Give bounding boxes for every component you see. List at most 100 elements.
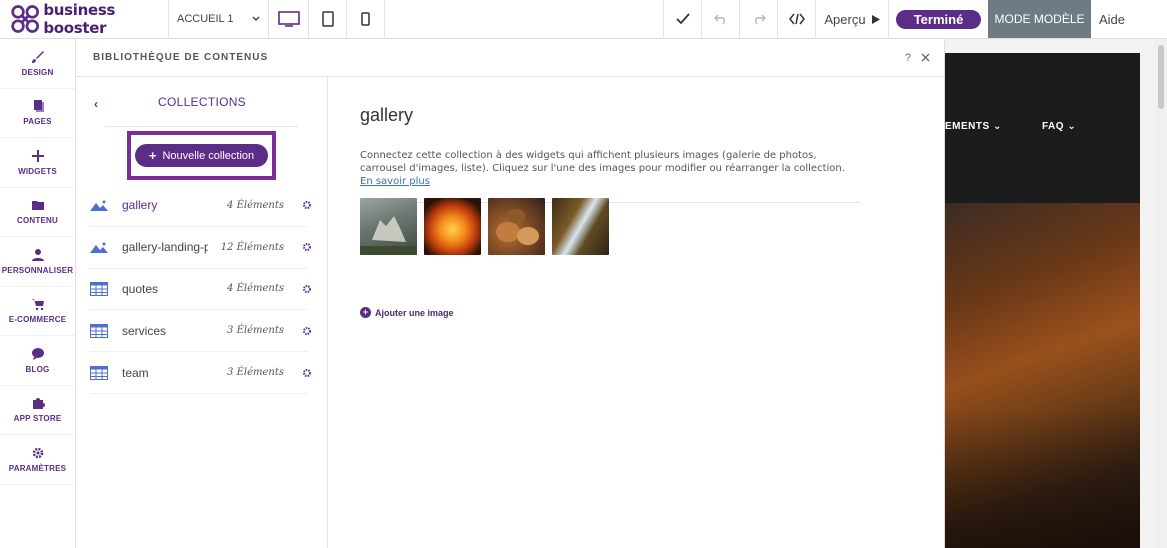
page-selector[interactable]: ACCUEIL 1 xyxy=(169,0,269,38)
sidebar-item-personnaliser[interactable]: PERSONNALISER xyxy=(0,237,75,287)
brand-logo[interactable]: business booster xyxy=(0,0,169,38)
close-icon[interactable] xyxy=(921,53,930,62)
sidebar-label: BLOG xyxy=(25,364,50,374)
new-collection-button[interactable]: + Nouvelle collection xyxy=(134,144,269,167)
collection-name: quotes xyxy=(122,281,159,296)
content-library-panel: BIBLIOTHÈQUE DE CONTENUS ? ‹ COLLECTIONS… xyxy=(76,39,945,548)
preview-nav-item[interactable]: FAQ ⌄ xyxy=(1042,121,1076,132)
redo-button[interactable] xyxy=(739,0,777,38)
tablet-icon xyxy=(321,11,334,27)
sidebar-item-design[interactable]: DESIGN xyxy=(0,39,75,89)
code-view-button[interactable] xyxy=(777,0,815,38)
collection-title: gallery xyxy=(360,105,414,125)
sidebar-item-app-store[interactable]: APP STORE xyxy=(0,386,75,435)
add-image-button[interactable]: + Ajouter une image xyxy=(360,307,454,318)
preview-button[interactable]: Aperçu xyxy=(815,0,888,38)
collection-detail: gallery Connectez cette collection à des… xyxy=(329,77,945,548)
gallery-icon xyxy=(90,196,114,214)
preview-nav-item[interactable]: EMENTS ⌄ xyxy=(945,121,1002,132)
mobile-icon xyxy=(361,12,370,26)
plus-icon xyxy=(31,149,44,162)
preview-scrollbar[interactable] xyxy=(1155,39,1167,548)
image-thumbnail-fire[interactable] xyxy=(424,198,481,255)
left-sidebar: DESIGN PAGES WIDGETS CONTENU PERSONNALIS… xyxy=(0,39,76,548)
collections-heading: COLLECTIONS xyxy=(106,77,298,127)
undo-button[interactable] xyxy=(701,0,739,38)
sidebar-item-blog[interactable]: BLOG xyxy=(0,336,75,386)
gear-icon[interactable] xyxy=(302,200,312,210)
gallery-icon xyxy=(90,238,114,256)
brush-icon xyxy=(31,50,44,63)
collection-row-services[interactable]: services 3 Éléments xyxy=(90,310,311,353)
tablet-view-button[interactable] xyxy=(309,0,347,38)
sidebar-item-ecommerce[interactable]: E-COMMERCE xyxy=(0,287,75,336)
mobile-view-button[interactable] xyxy=(347,0,385,38)
preview-navbar: EMENTS ⌄ FAQ ⌄ xyxy=(945,53,1140,203)
sidebar-item-contenu[interactable]: CONTENU xyxy=(0,188,75,237)
brand-name: business booster xyxy=(43,1,116,37)
save-check-button[interactable] xyxy=(663,0,701,38)
pages-icon xyxy=(33,100,44,113)
collection-description: Connectez cette collection à des widgets… xyxy=(360,149,860,203)
panel-title: BIBLIOTHÈQUE DE CONTENUS xyxy=(93,52,269,63)
collection-list: gallery 4 Éléments gallery-landing-p... … xyxy=(76,185,328,394)
chat-bubble-icon xyxy=(31,347,44,360)
preview-nav-label: FAQ xyxy=(1042,121,1065,132)
collection-row-team[interactable]: team 3 Éléments xyxy=(90,352,311,394)
template-mode-button[interactable]: MODE MODÈLE xyxy=(988,0,1091,38)
back-chevron-icon[interactable]: ‹ xyxy=(94,97,98,111)
plus-icon: + xyxy=(148,148,157,163)
site-preview: EMENTS ⌄ FAQ ⌄ xyxy=(945,39,1167,548)
redo-icon xyxy=(754,14,766,25)
done-button[interactable]: Terminé xyxy=(895,9,982,29)
collection-name: gallery-landing-p... xyxy=(122,240,208,255)
gear-icon[interactable] xyxy=(302,242,312,252)
top-toolbar: business booster ACCUEIL 1 Aperçu Termin… xyxy=(0,0,1167,39)
checkmark-icon xyxy=(675,13,690,25)
chevron-down-icon xyxy=(252,16,260,22)
collection-row-gallery-landing[interactable]: gallery-landing-p... 12 Éléments xyxy=(90,227,311,269)
sidebar-label: WIDGETS xyxy=(18,166,57,176)
sidebar-label: E-COMMERCE xyxy=(8,315,67,325)
sidebar-item-widgets[interactable]: WIDGETS xyxy=(0,138,75,188)
undo-icon xyxy=(713,14,725,25)
image-thumbnail-waterfall[interactable] xyxy=(552,198,609,255)
image-thumbnails xyxy=(360,198,609,255)
person-icon xyxy=(31,248,44,261)
sidebar-item-parametres[interactable]: PARAMÈTRES xyxy=(0,435,75,485)
panel-controls: ? xyxy=(905,52,944,64)
collection-count: 4 Éléments xyxy=(227,283,284,295)
preview-hero-image xyxy=(945,203,1140,548)
scrollbar-thumb[interactable] xyxy=(1158,45,1164,109)
desktop-view-button[interactable] xyxy=(269,0,309,38)
sidebar-label: DESIGN xyxy=(21,67,54,77)
plus-circle-icon: + xyxy=(360,307,371,318)
folder-icon xyxy=(31,201,44,211)
collection-row-gallery[interactable]: gallery 4 Éléments xyxy=(90,185,311,227)
collection-count: 12 Éléments xyxy=(220,241,284,253)
play-icon xyxy=(871,14,880,24)
image-thumbnail-wolf[interactable] xyxy=(360,198,417,255)
gear-icon[interactable] xyxy=(302,368,312,378)
collection-row-quotes[interactable]: quotes 4 Éléments xyxy=(90,269,311,311)
brand-logo-icon xyxy=(11,5,40,33)
preview-label: Aperçu xyxy=(824,11,866,27)
preview-nav-label: EMENTS xyxy=(945,121,990,132)
image-thumbnail-pumpkins[interactable] xyxy=(488,198,545,255)
table-icon xyxy=(90,280,114,298)
gear-icon[interactable] xyxy=(302,284,312,294)
learn-more-link[interactable]: En savoir plus xyxy=(360,176,430,187)
desktop-icon xyxy=(277,11,300,27)
sidebar-label: PAGES xyxy=(23,117,52,127)
sidebar-label: PERSONNALISER xyxy=(1,265,74,275)
collection-name: gallery xyxy=(122,198,158,213)
help-button[interactable]: ? xyxy=(905,52,911,64)
cart-icon xyxy=(31,299,44,311)
gear-icon[interactable] xyxy=(302,326,312,336)
sidebar-item-pages[interactable]: PAGES xyxy=(0,89,75,138)
puzzle-icon xyxy=(32,398,45,410)
table-icon xyxy=(90,364,114,382)
help-menu[interactable]: Aide xyxy=(1091,0,1167,38)
collection-count: 4 Éléments xyxy=(227,199,284,211)
